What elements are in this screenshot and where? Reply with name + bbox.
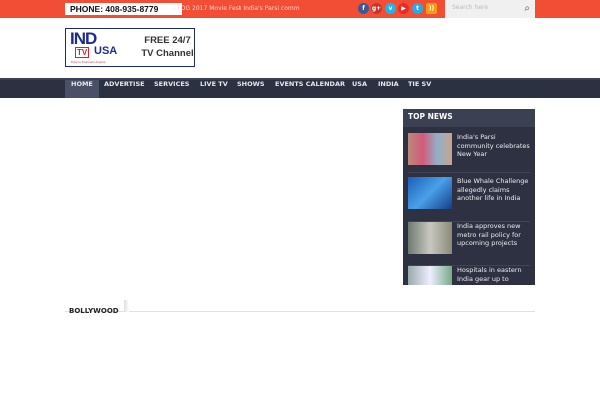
rss-icon[interactable]: )) <box>426 3 437 14</box>
logo-usa: USA <box>94 45 118 57</box>
news-item[interactable]: Blue Whale Challenge allegedly claims an… <box>408 177 530 222</box>
nav-india[interactable]: INDIA <box>372 80 405 98</box>
news-headline[interactable]: India approves new metro rail policy for… <box>457 222 531 248</box>
search-icon[interactable]: ⌕ <box>524 3 530 14</box>
nav-services[interactable]: SERVICES <box>148 80 195 98</box>
nav-tie-sv[interactable]: TIE SV <box>402 80 437 98</box>
search-placeholder: Search here <box>452 4 489 11</box>
news-headline[interactable]: Blue Whale Challenge allegedly claims an… <box>457 177 531 203</box>
nav-usa[interactable]: USA <box>346 80 373 98</box>
news-headline[interactable]: India's Parsi community celebrates New Y… <box>457 133 531 159</box>
logo-slogan: FREE 24/7 TV Channel <box>141 35 194 59</box>
news-thumbnail[interactable] <box>408 133 452 165</box>
section-header-bollywood: BOLLYWOOD <box>65 298 535 315</box>
top-bar: PHONE: 408-935-8779 › FOG 2017 Movie Fes… <box>0 0 600 18</box>
ticker-link[interactable]: › FOG 2017 Movie Fest <box>173 4 241 14</box>
top-news-widget: TOP NEWS India's Parsi community celebra… <box>403 109 535 285</box>
nav-home[interactable]: HOME <box>65 80 99 98</box>
news-thumbnail[interactable] <box>408 222 452 254</box>
facebook-icon[interactable]: f <box>358 3 369 14</box>
search-input[interactable]: Search here ⌕ <box>445 0 535 18</box>
news-thumbnail[interactable] <box>408 266 452 285</box>
phone-number: PHONE: 408-935-8779 <box>65 3 182 15</box>
nav-advertise[interactable]: ADVERTISE <box>98 80 151 98</box>
twitter-icon[interactable]: t <box>412 3 423 14</box>
vimeo-icon[interactable]: v <box>385 3 396 14</box>
google-plus-icon[interactable]: g+ <box>371 3 382 14</box>
news-thumbnail[interactable] <box>408 177 452 209</box>
youtube-icon[interactable]: ▶ <box>398 3 409 14</box>
nav-shows[interactable]: SHOWS <box>231 80 271 98</box>
news-item[interactable]: Hospitals in eastern India gear up to <box>408 266 530 285</box>
main-nav: HOME ADVERTISE SERVICES LIVE TV SHOWS EV… <box>0 78 600 98</box>
site-logo[interactable]: IND TV USA Inform-Entertain-Inspire FREE… <box>65 28 195 67</box>
section-title[interactable]: BOLLYWOOD <box>65 307 119 315</box>
logo-ind: IND <box>70 29 97 48</box>
news-item[interactable]: India approves new metro rail policy for… <box>408 222 530 266</box>
nav-events-calendar[interactable]: EVENTS CALENDAR <box>269 80 351 98</box>
logo-tv: TV <box>75 47 90 58</box>
top-news-title: TOP NEWS <box>403 109 535 127</box>
news-item[interactable]: India's Parsi community celebrates New Y… <box>408 133 530 173</box>
tab-corner-decoration <box>124 300 129 312</box>
logo-tagline: Inform-Entertain-Inspire <box>71 60 106 64</box>
nav-live-tv[interactable]: LIVE TV <box>194 80 234 98</box>
ticker-link[interactable]: › India's Parsi comm <box>239 4 300 14</box>
news-headline[interactable]: Hospitals in eastern India gear up to <box>457 266 531 283</box>
